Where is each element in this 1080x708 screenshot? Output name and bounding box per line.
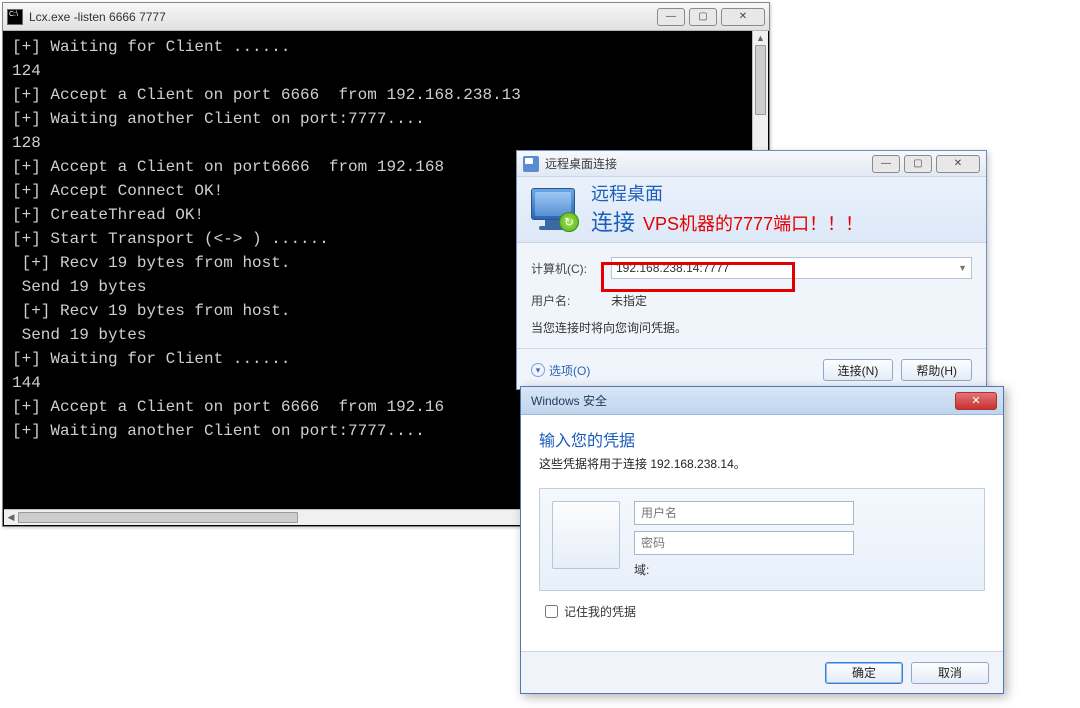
close-button[interactable]: ✕ xyxy=(721,8,765,26)
domain-label: 域: xyxy=(634,561,972,578)
connect-button[interactable]: 连接(N) xyxy=(823,359,894,381)
security-titlebar[interactable]: Windows 安全 ✕ xyxy=(521,387,1003,415)
ok-button[interactable]: 确定 xyxy=(825,662,903,684)
user-avatar-icon xyxy=(552,501,620,569)
scroll-thumb-horizontal[interactable] xyxy=(18,512,298,523)
maximize-button[interactable]: ▢ xyxy=(689,8,717,26)
remember-checkbox-input[interactable] xyxy=(545,605,558,618)
rdp-close-button[interactable]: ✕ xyxy=(936,155,980,173)
password-input[interactable] xyxy=(634,531,854,555)
security-window-title: Windows 安全 xyxy=(527,392,955,409)
chevron-down-icon[interactable]: ▼ xyxy=(958,263,967,273)
rdp-maximize-button[interactable]: ▢ xyxy=(904,155,932,173)
username-input[interactable] xyxy=(634,501,854,525)
computer-label: 计算机(C): xyxy=(531,260,611,277)
rdp-annotation-text: VPS机器的7777端口！！！ xyxy=(643,210,863,236)
rdp-window: 远程桌面连接 — ▢ ✕ ↻ 远程桌面 连接 VPS机器的7777端口！！！ 计… xyxy=(516,150,987,390)
scroll-up-arrow-icon[interactable]: ▲ xyxy=(753,31,768,45)
help-button[interactable]: 帮助(H) xyxy=(901,359,972,381)
remember-label: 记住我的凭据 xyxy=(564,603,636,620)
rdp-header: ↻ 远程桌面 连接 VPS机器的7777端口！！！ xyxy=(517,177,986,243)
scroll-thumb[interactable] xyxy=(755,45,766,115)
rdp-connect-badge-icon: ↻ xyxy=(559,212,579,232)
rdp-app-icon xyxy=(523,156,539,172)
security-dialog: Windows 安全 ✕ 输入您的凭据 这些凭据将用于连接 192.168.23… xyxy=(520,386,1004,694)
minimize-button[interactable]: — xyxy=(657,8,685,26)
rdp-logo-icon: ↻ xyxy=(531,186,579,234)
options-toggle[interactable]: ▾ 选项(O) xyxy=(531,362,590,379)
security-heading: 输入您的凭据 xyxy=(539,427,985,451)
rdp-heading-line1: 远程桌面 xyxy=(591,183,863,205)
security-subtext: 这些凭据将用于连接 192.168.238.14。 xyxy=(539,455,985,472)
console-titlebar[interactable]: Lcx.exe -listen 6666 7777 — ▢ ✕ xyxy=(3,3,769,31)
divider xyxy=(517,348,986,349)
rdp-hint-text: 当您连接时将向您询问凭据。 xyxy=(531,319,972,336)
rdp-window-title: 远程桌面连接 xyxy=(545,155,872,172)
chevron-down-circle-icon: ▾ xyxy=(531,363,545,377)
computer-value: 192.168.238.14:7777 xyxy=(616,261,729,275)
scroll-left-arrow-icon[interactable]: ◀ xyxy=(4,510,18,525)
rdp-titlebar[interactable]: 远程桌面连接 — ▢ ✕ xyxy=(517,151,986,177)
cmd-icon xyxy=(7,9,23,25)
cancel-button[interactable]: 取消 xyxy=(911,662,989,684)
options-label: 选项(O) xyxy=(549,362,590,379)
username-label: 用户名: xyxy=(531,292,611,309)
credential-tile: 域: xyxy=(539,488,985,591)
rdp-minimize-button[interactable]: — xyxy=(872,155,900,173)
username-value: 未指定 xyxy=(611,292,647,309)
remember-credentials-checkbox[interactable]: 记住我的凭据 xyxy=(545,603,985,620)
rdp-heading-line2: 连接 xyxy=(591,205,635,237)
computer-combobox[interactable]: 192.168.238.14:7777 ▼ xyxy=(611,257,972,279)
security-close-button[interactable]: ✕ xyxy=(955,392,997,410)
console-title: Lcx.exe -listen 6666 7777 xyxy=(29,10,657,24)
